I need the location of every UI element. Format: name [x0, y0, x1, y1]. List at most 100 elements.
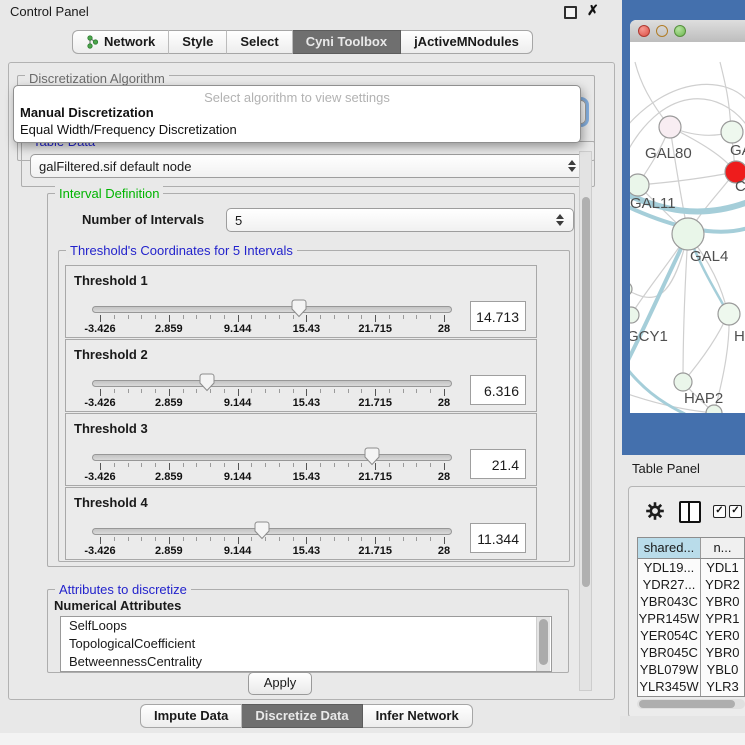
close-light-icon[interactable] — [638, 25, 650, 37]
numerical-attributes-list[interactable]: SelfLoopsTopologicalCoefficientBetweenne… — [60, 616, 552, 672]
table-row[interactable]: YIL052CYIL0 — [638, 695, 744, 697]
tab-label: Impute Data — [154, 705, 228, 727]
slider-ticks — [100, 315, 444, 323]
checkbox-checked-icon[interactable]: ✓ — [713, 505, 726, 518]
gear-icon[interactable] — [645, 501, 665, 521]
table-row[interactable]: YBR045CYBR0 — [638, 644, 744, 661]
num-intervals-combobox[interactable]: 5 — [226, 208, 574, 232]
table-row[interactable]: YPR145WYPR1 — [638, 610, 744, 627]
threshold-value[interactable]: 11.344 — [470, 523, 526, 553]
close-icon[interactable]: ✗ — [587, 2, 599, 19]
dropdown-option-manual[interactable]: Manual Discretization — [20, 105, 154, 120]
table-row[interactable]: YDL19...YDL1 — [638, 559, 744, 576]
zoom-light-icon[interactable] — [674, 25, 686, 37]
tick-label: 15.43 — [293, 471, 321, 483]
table-row[interactable]: YLR345WYLR3 — [638, 678, 744, 695]
tab-infer-network[interactable]: Infer Network — [363, 704, 473, 728]
table-row[interactable]: YBL079WYBL0 — [638, 661, 744, 678]
minimize-light-icon[interactable] — [656, 25, 668, 37]
column-header-name[interactable]: n... — [701, 538, 744, 558]
dropdown-option-equal-width[interactable]: Equal Width/Frequency Discretization — [20, 122, 237, 137]
network-node-gcy1[interactable] — [630, 307, 639, 323]
tick-label: 15.43 — [293, 545, 321, 557]
tick-label: 9.144 — [224, 397, 252, 409]
tick-label: 28 — [438, 397, 450, 409]
tab-select[interactable]: Select — [227, 30, 292, 54]
table-row[interactable]: YER054CYER0 — [638, 627, 744, 644]
tab-network[interactable]: Network — [72, 30, 169, 54]
slider-ticks — [100, 537, 444, 545]
slider-thumb[interactable] — [199, 373, 215, 392]
threshold-value[interactable]: 21.4 — [470, 449, 526, 479]
tick-label: 2.859 — [155, 545, 183, 557]
network-node[interactable] — [630, 282, 632, 296]
table-header-row: shared... n... — [638, 538, 744, 559]
threshold-label: Threshold 4 — [74, 495, 148, 510]
tab-label: Select — [240, 31, 278, 53]
slider-track[interactable] — [92, 528, 452, 535]
network-node-hap2[interactable] — [674, 373, 692, 391]
threshold-panel-1: Threshold 1-3.4262.8599.14415.4321.71528… — [65, 265, 537, 338]
tick-label: 21.715 — [358, 323, 392, 335]
network-node-gal4[interactable] — [672, 218, 704, 250]
tab-cyni-toolbox[interactable]: Cyni Toolbox — [293, 30, 401, 54]
threshold-value[interactable]: 6.316 — [470, 375, 526, 405]
slider-tick-labels: -3.4262.8599.14415.4321.71528 — [100, 323, 444, 335]
interval-definition-group: Interval Definition Number of Intervals … — [47, 193, 575, 567]
network-window-frame[interactable]: GAL80GACGAL11GAL4GCY1HHAP2 — [622, 0, 745, 455]
apply-button[interactable]: Apply — [248, 672, 312, 695]
network-icon — [86, 35, 99, 49]
list-scrollbar[interactable] — [536, 617, 550, 671]
slider-tick-labels: -3.4262.8599.14415.4321.71528 — [100, 545, 444, 557]
network-node-h[interactable] — [718, 303, 740, 325]
table-hscrollbar[interactable] — [637, 699, 745, 709]
network-node-ga[interactable] — [721, 121, 743, 143]
tick-label: 2.859 — [155, 471, 183, 483]
list-item[interactable]: BetweennessCentrality — [61, 653, 551, 671]
table-data-combobox[interactable]: galFiltered.sif default node — [30, 154, 586, 178]
threshold-value[interactable]: 14.713 — [470, 301, 526, 331]
tab-style[interactable]: Style — [169, 30, 227, 54]
network-node-gal11[interactable] — [630, 174, 649, 196]
group-title: Interval Definition — [55, 186, 163, 201]
tick-label: 21.715 — [358, 545, 392, 557]
checkbox-checked-icon[interactable]: ✓ — [729, 505, 742, 518]
tick-label: 9.144 — [224, 471, 252, 483]
list-item[interactable]: SelfLoops — [61, 617, 551, 635]
slider-thumb[interactable] — [364, 447, 380, 466]
node-label: GAL80 — [645, 145, 692, 162]
node-label: GAL11 — [630, 195, 676, 212]
tick-label: -3.426 — [84, 545, 115, 557]
tab-label: Infer Network — [376, 705, 459, 727]
numerical-attributes-label: Numerical Attributes — [54, 598, 181, 613]
combo-value: galFiltered.sif default node — [39, 159, 191, 174]
table-data-group: Table Data galFiltered.sif default node — [21, 141, 595, 187]
slider-thumb[interactable] — [291, 299, 307, 318]
network-nodes[interactable]: GAL80GACGAL11GAL4GCY1HHAP2 — [630, 116, 745, 413]
tick-label: -3.426 — [84, 471, 115, 483]
tab-impute-data[interactable]: Impute Data — [140, 704, 242, 728]
network-node-gal80[interactable] — [659, 116, 681, 138]
cyni-toolbox-panel: Discretization Algorithm Select algorith… — [8, 62, 615, 700]
tab-discretize-data[interactable]: Discretize Data — [242, 704, 362, 728]
combo-stepper-icon — [568, 160, 576, 172]
panel-scrollbar[interactable] — [579, 151, 592, 691]
slider-tick-labels: -3.4262.8599.14415.4321.71528 — [100, 471, 444, 483]
network-canvas[interactable]: GAL80GACGAL11GAL4GCY1HHAP2 — [630, 42, 745, 413]
slider-track[interactable] — [92, 306, 452, 313]
slider-track[interactable] — [92, 380, 452, 387]
slider-track[interactable] — [92, 454, 452, 461]
list-item[interactable]: TopologicalCoefficient — [61, 635, 551, 653]
split-columns-icon[interactable] — [679, 501, 701, 523]
slider-thumb[interactable] — [254, 521, 270, 540]
node-attribute-table[interactable]: shared... n... YDL19...YDL1YDR27...YDR2Y… — [637, 537, 745, 697]
thresholds-group: Threshold's Coordinates for 5 Intervals … — [58, 250, 570, 562]
column-header-shared[interactable]: shared... — [638, 538, 701, 558]
node-label: H — [734, 328, 745, 345]
algorithm-dropdown-popup: Select algorithm to view settings Manual… — [13, 85, 581, 143]
tab-jactivemnodules[interactable]: jActiveMNodules — [401, 30, 533, 54]
table-row[interactable]: YDR27...YDR2 — [638, 576, 744, 593]
float-icon[interactable] — [564, 6, 577, 19]
table-row[interactable]: YBR043CYBR0 — [638, 593, 744, 610]
network-window-titlebar[interactable] — [630, 20, 745, 43]
